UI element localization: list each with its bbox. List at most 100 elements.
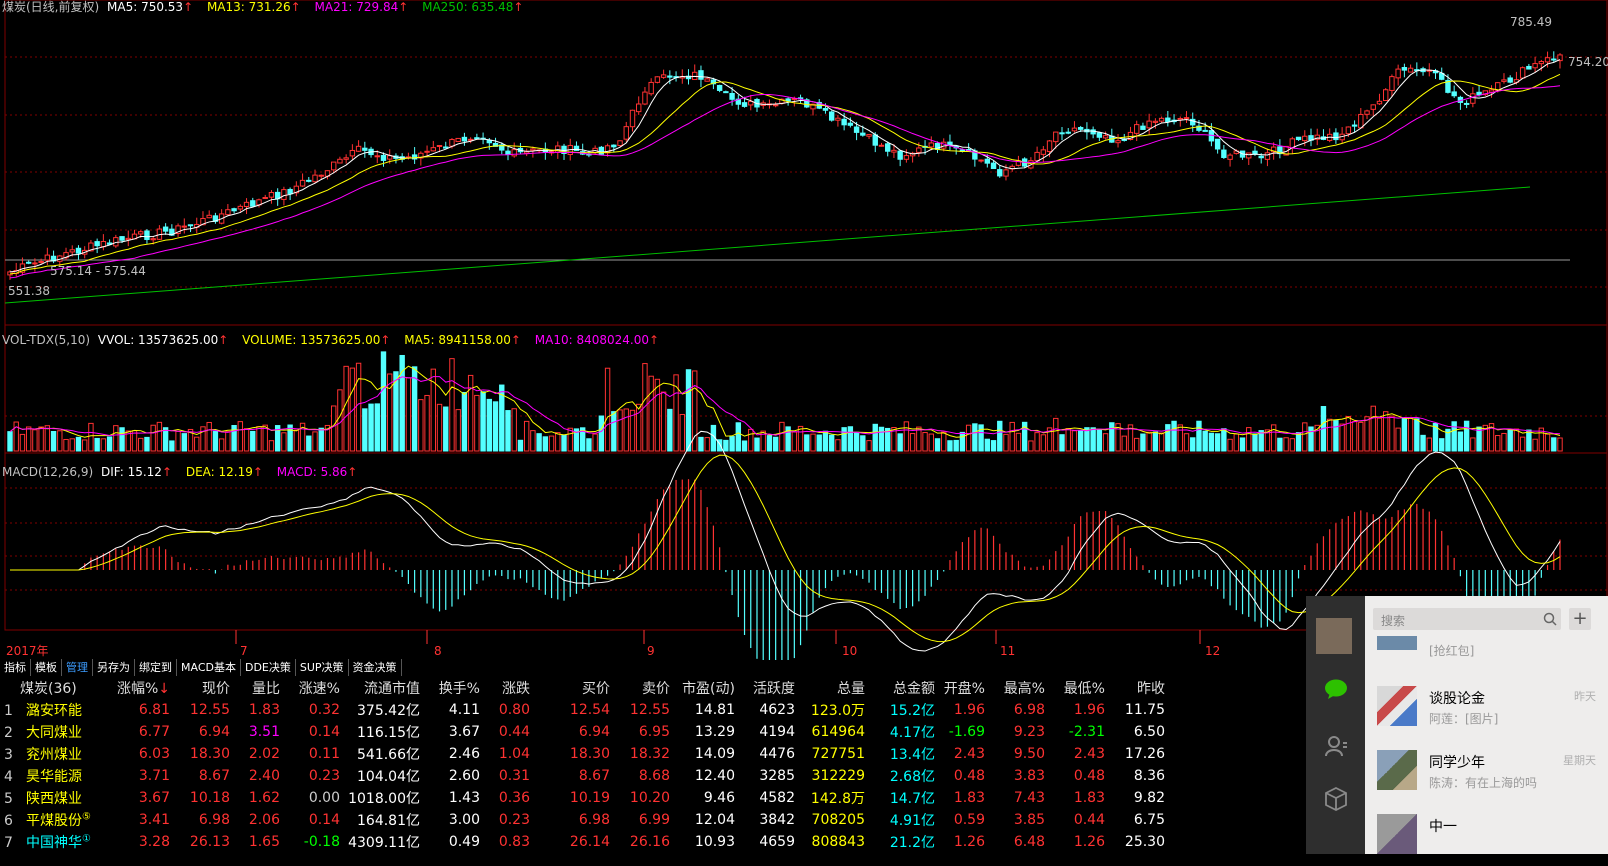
column-header[interactable]: 涨幅%↓ xyxy=(110,677,170,699)
date-label-2017: 2017年 xyxy=(6,644,49,658)
column-header[interactable]: 买价 xyxy=(530,677,610,699)
date-label-sep: 9 xyxy=(647,644,655,658)
volume-bar xyxy=(698,436,704,452)
volume-bar xyxy=(1270,424,1277,452)
volume-bar xyxy=(1414,418,1420,452)
column-header[interactable]: 煤炭(36) xyxy=(0,677,110,699)
tab-sup[interactable]: SUP决策 xyxy=(295,659,349,676)
chat-item[interactable]: [抢红包] xyxy=(1365,634,1608,664)
chat-item[interactable]: 中一 xyxy=(1365,802,1608,866)
contacts-icon[interactable] xyxy=(1324,734,1348,758)
cell-open: 0.59 xyxy=(953,812,985,828)
stock-name[interactable]: 兖州煤业 xyxy=(26,747,82,763)
volume-bar xyxy=(965,424,972,452)
cell-sell: 8.68 xyxy=(638,768,670,784)
cell-vol: 614964 xyxy=(811,724,865,740)
candle-body xyxy=(847,122,854,126)
volume-bar xyxy=(1557,437,1563,452)
tab-bind-to[interactable]: 绑定到 xyxy=(135,659,177,676)
column-header[interactable]: 市盈(动) xyxy=(670,677,735,699)
candle-body xyxy=(1202,129,1208,132)
candle-body xyxy=(138,231,144,235)
table-row[interactable]: 2 大同煤业 6.77 6.94 3.51 0.14 116.15亿 3.67 0.44 6.94… xyxy=(0,721,1165,743)
candle-body xyxy=(1401,67,1408,71)
column-header[interactable]: 总金额 xyxy=(865,677,935,699)
cell-diff: 0.31 xyxy=(498,768,530,784)
volume-bar xyxy=(181,433,187,452)
vol-indicator-name: VOL-TDX(5,10) xyxy=(2,333,91,347)
volume-bar xyxy=(1071,430,1078,452)
candle-body xyxy=(667,75,673,78)
table-row[interactable]: 5 陕西煤业 3.67 10.18 1.62 0.00 1018.00亿 1.43 0.36 10… xyxy=(0,787,1165,809)
cell-pe: 9.46 xyxy=(703,790,735,806)
column-header[interactable]: 流通市值 xyxy=(340,677,420,699)
cell-high: 3.83 xyxy=(1013,768,1045,784)
low-price-label: 575.14 - 575.44 xyxy=(50,264,146,278)
candle-body xyxy=(287,188,293,195)
cell-turn: 3.00 xyxy=(448,812,480,828)
column-header[interactable]: 卖价 xyxy=(610,677,670,699)
tab-indicator[interactable]: 指标 xyxy=(0,659,31,676)
search-input[interactable]: 搜索 xyxy=(1373,608,1561,630)
volume-bar xyxy=(1426,437,1432,452)
chat-item[interactable]: 谈股论金 阿莲：[图片] 昨天 xyxy=(1365,674,1608,738)
add-button[interactable]: + xyxy=(1569,608,1591,630)
tab-fund[interactable]: 资金决策 xyxy=(348,659,402,676)
candle-body xyxy=(355,145,362,152)
candle-body xyxy=(113,237,119,247)
volume-bar xyxy=(1370,405,1376,452)
column-header[interactable]: 最高% xyxy=(985,677,1045,699)
search-icon[interactable] xyxy=(1543,612,1557,626)
tab-dde[interactable]: DDE决策 xyxy=(240,659,296,676)
column-header[interactable]: 现价 xyxy=(170,677,230,699)
tab-save-as[interactable]: 另存为 xyxy=(93,659,135,676)
column-header[interactable]: 换手% xyxy=(420,677,480,699)
stock-name[interactable]: 昊华能源 xyxy=(26,769,82,785)
table-row[interactable]: 3 兖州煤业 6.03 18.30 2.02 0.11 541.66亿 2.46 1.04 18.… xyxy=(0,743,1165,765)
tab-template[interactable]: 模板 xyxy=(31,659,62,676)
stock-name[interactable]: 大同煤业 xyxy=(26,725,82,741)
table-row[interactable]: 7 中国神华① 3.28 26.13 1.65 -0.18 4309.11亿 0.49 0.83… xyxy=(0,831,1165,853)
stock-name[interactable]: 潞安环能 xyxy=(26,703,82,719)
table-header-row: 煤炭(36) 涨幅%↓ 现价 量比 涨速% 流通市值 换手% 涨跌 买价 卖价 市盈(动) 活跃度 总量… xyxy=(0,677,1165,699)
volume-bar xyxy=(405,377,412,452)
column-header[interactable]: 总量 xyxy=(795,677,865,699)
volume-bar xyxy=(38,426,44,452)
stock-name[interactable]: 平煤股份 xyxy=(26,813,82,829)
avatar[interactable] xyxy=(1316,618,1352,654)
column-header[interactable]: 涨跌 xyxy=(480,677,530,699)
column-header[interactable]: 开盘% xyxy=(935,677,985,699)
column-header[interactable]: 活跃度 xyxy=(735,677,795,699)
column-header[interactable]: 涨速% xyxy=(280,677,340,699)
table-row[interactable]: 1 潞安环能 6.81 12.55 1.83 0.32 375.42亿 4.11 0.80 12.… xyxy=(0,699,1165,721)
column-header[interactable]: 最低% xyxy=(1045,677,1105,699)
volume-bar xyxy=(660,391,667,452)
stock-name[interactable]: 陕西煤业 xyxy=(26,791,82,807)
stock-name[interactable]: 中国神华 xyxy=(26,835,82,851)
cell-vol: 312229 xyxy=(811,768,865,784)
table-row[interactable]: 4 昊华能源 3.71 8.67 2.40 0.23 104.04亿 2.60 0.31 8.67… xyxy=(0,765,1165,787)
candle-body xyxy=(225,209,231,216)
volume-bar xyxy=(1109,422,1115,452)
cell-prev: 8.36 xyxy=(1133,768,1165,784)
candle-body xyxy=(318,174,324,177)
column-header[interactable]: 昨收 xyxy=(1105,677,1165,699)
favorites-cube-icon[interactable] xyxy=(1324,786,1348,812)
kline-chart[interactable] xyxy=(0,0,1608,660)
table-row[interactable]: 6 平煤股份⑤ 3.41 6.98 2.06 0.14 164.81亿 3.00 0.23 6.9… xyxy=(0,809,1165,831)
candle-body xyxy=(623,126,629,140)
cell-open: 1.83 xyxy=(953,790,985,806)
volume-bar xyxy=(909,433,916,452)
cell-low: 1.26 xyxy=(1073,834,1105,850)
tab-manage[interactable]: 管理 xyxy=(62,659,93,676)
volume-bar xyxy=(878,426,885,452)
volume-bar xyxy=(1407,417,1414,452)
cell-mcap: 541.66亿 xyxy=(357,747,420,763)
chat-item[interactable]: 同学少年 陈涛：有在上海的吗 星期天 xyxy=(1365,738,1608,802)
tab-macd-basic[interactable]: MACD基本 xyxy=(177,659,241,676)
volume-readout: VOLUME: 13573625.00↑ xyxy=(242,333,391,347)
chat-icon[interactable] xyxy=(1324,678,1348,700)
cell-amt: 15.2亿 xyxy=(889,703,935,719)
cell-sell: 6.95 xyxy=(638,724,670,740)
column-header[interactable]: 量比 xyxy=(230,677,280,699)
